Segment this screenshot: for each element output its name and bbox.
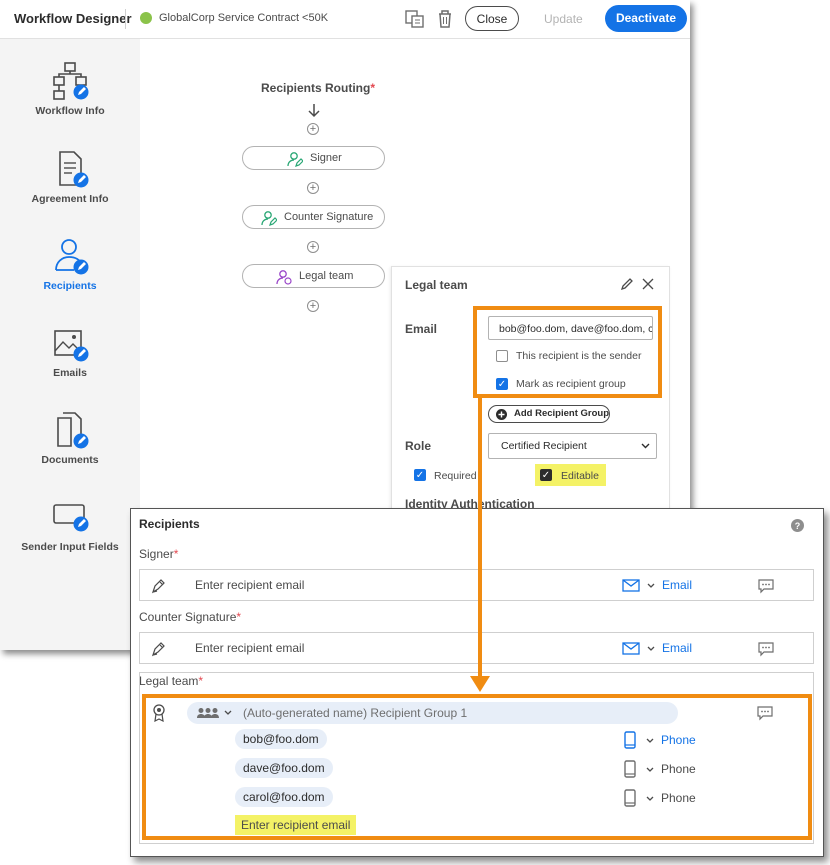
- recipients-icon: [55, 239, 89, 275]
- signer-row: Enter recipient email Email: [139, 569, 814, 601]
- signer-label-text: Signer: [139, 547, 174, 561]
- required-checkbox[interactable]: ✓: [414, 469, 426, 481]
- email-icon[interactable]: [622, 579, 640, 592]
- app-title: Workflow Designer: [14, 11, 132, 26]
- sidebar-item-workflow-info[interactable]: Workflow Info: [0, 61, 140, 141]
- copy-icon[interactable]: [404, 8, 426, 30]
- sidebar-item-label: Agreement Info: [31, 193, 109, 205]
- sender-input-icon: [53, 504, 89, 532]
- workflow-icon: [53, 62, 89, 100]
- close-icon[interactable]: [641, 277, 655, 291]
- counter-signature-label: Counter Signature*: [139, 610, 241, 624]
- panel-title: Legal team: [405, 278, 468, 292]
- sidebar: Workflow Info Agreement Info Recipients: [0, 39, 140, 650]
- edit-icon[interactable]: [620, 277, 634, 291]
- routing-title: Recipients Routing*: [261, 81, 375, 95]
- chevron-down-icon[interactable]: [647, 583, 655, 589]
- arrow-down-icon: [470, 676, 490, 692]
- add-step-button[interactable]: +: [307, 300, 319, 312]
- routing-title-text: Recipients Routing: [261, 81, 371, 95]
- add-recipient-group-label: Add Recipient Group: [514, 408, 609, 419]
- sidebar-item-recipients[interactable]: Recipients: [0, 236, 140, 316]
- sidebar-item-label: Recipients: [43, 280, 97, 292]
- update-button[interactable]: Update: [544, 12, 583, 26]
- step-label: Counter Signature: [284, 211, 374, 223]
- sidebar-item-label: Documents: [41, 454, 99, 466]
- emails-icon: [54, 330, 89, 362]
- add-recipient-group-button[interactable]: Add Recipient Group: [488, 405, 610, 423]
- signer-icon: [261, 211, 277, 226]
- email-icon[interactable]: [622, 642, 640, 655]
- chevron-down-icon: [641, 443, 650, 449]
- signer-email-input[interactable]: Enter recipient email: [195, 578, 304, 592]
- sidebar-item-emails[interactable]: Emails: [0, 323, 140, 403]
- sidebar-item-label: Sender Input Fields: [21, 541, 119, 553]
- highlight-box-email: [473, 306, 662, 398]
- sidebar-item-documents[interactable]: Documents: [0, 410, 140, 490]
- counter-signature-label-text: Counter Signature: [139, 610, 237, 624]
- top-bar: Workflow Designer GlobalCorp Service Con…: [0, 0, 690, 39]
- highlight-box-group: [142, 694, 812, 840]
- sidebar-item-sender-input-fields[interactable]: Sender Input Fields: [0, 497, 140, 577]
- role-select-value: Certified Recipient: [501, 440, 587, 452]
- add-step-button[interactable]: +: [307, 182, 319, 194]
- message-icon[interactable]: [757, 578, 775, 594]
- step-label: Signer: [310, 152, 342, 164]
- email-label: Email: [405, 322, 438, 336]
- add-step-button[interactable]: +: [307, 241, 319, 253]
- counter-signature-row: Enter recipient email Email: [139, 632, 814, 664]
- help-icon[interactable]: ?: [791, 519, 804, 532]
- message-icon[interactable]: [757, 641, 775, 657]
- required-checkbox-label: Required: [434, 470, 477, 482]
- routing-step-counter-signature[interactable]: Counter Signature: [242, 205, 385, 229]
- editable-checkbox-label: Editable: [561, 470, 599, 482]
- required-mark: *: [370, 81, 376, 95]
- sidebar-item-label: Workflow Info: [35, 105, 105, 117]
- status-dot: [140, 12, 152, 24]
- role-label: Role: [405, 439, 432, 453]
- required-mark: *: [173, 547, 179, 561]
- add-icon: [496, 409, 507, 420]
- callout-connector: [478, 398, 482, 680]
- signer-auth-method[interactable]: Email: [662, 578, 692, 592]
- arrow-down-icon: [308, 104, 320, 118]
- recipients-title: Recipients: [139, 517, 200, 531]
- signer-pen-icon: [151, 579, 165, 594]
- divider: [125, 9, 126, 29]
- signer-pen-icon: [151, 642, 165, 657]
- counter-signature-auth-method[interactable]: Email: [662, 641, 692, 655]
- required-mark: *: [236, 610, 242, 624]
- delete-icon[interactable]: [434, 8, 456, 30]
- approver-icon: [276, 270, 292, 285]
- svg-text:?: ?: [795, 521, 801, 531]
- routing-step-legal-team[interactable]: Legal team: [242, 264, 385, 288]
- sidebar-item-agreement-info[interactable]: Agreement Info: [0, 149, 140, 229]
- chevron-down-icon[interactable]: [647, 646, 655, 652]
- routing-step-signer[interactable]: Signer: [242, 146, 385, 170]
- signer-label: Signer*: [139, 547, 178, 561]
- editable-checkbox[interactable]: ✓: [540, 469, 552, 481]
- counter-signature-email-input[interactable]: Enter recipient email: [195, 641, 304, 655]
- documents-icon: [57, 412, 89, 449]
- role-select[interactable]: Certified Recipient: [488, 433, 657, 459]
- add-step-button[interactable]: +: [307, 123, 319, 135]
- agreement-icon: [59, 151, 89, 188]
- close-button[interactable]: Close: [465, 6, 519, 31]
- step-label: Legal team: [299, 270, 354, 282]
- workflow-name: GlobalCorp Service Contract <50K: [159, 12, 329, 24]
- signer-icon: [287, 152, 303, 167]
- sidebar-item-label: Emails: [53, 367, 87, 379]
- deactivate-button[interactable]: Deactivate: [605, 5, 687, 32]
